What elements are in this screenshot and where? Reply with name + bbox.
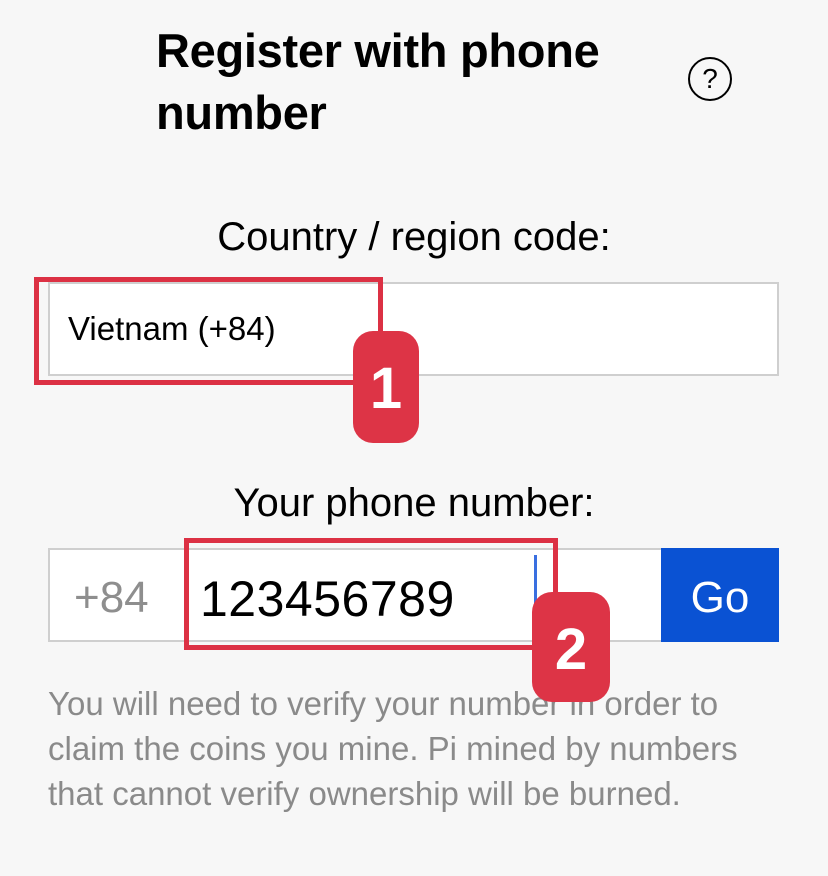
annotation-highlight-country — [34, 277, 383, 385]
page-title: Register with phone number — [156, 24, 600, 139]
phone-number-label: Your phone number: — [233, 481, 595, 525]
go-button[interactable]: Go — [661, 548, 779, 642]
help-icon[interactable]: ? — [688, 57, 732, 101]
country-prefix: +84 — [74, 573, 149, 622]
annotation-step-badge-1: 1 — [353, 331, 419, 443]
verification-notice: You will need to verify your number in o… — [48, 685, 738, 812]
annotation-step-badge-2: 2 — [532, 592, 610, 702]
annotation-highlight-phone — [184, 538, 558, 650]
country-code-label: Country / region code: — [217, 215, 611, 259]
